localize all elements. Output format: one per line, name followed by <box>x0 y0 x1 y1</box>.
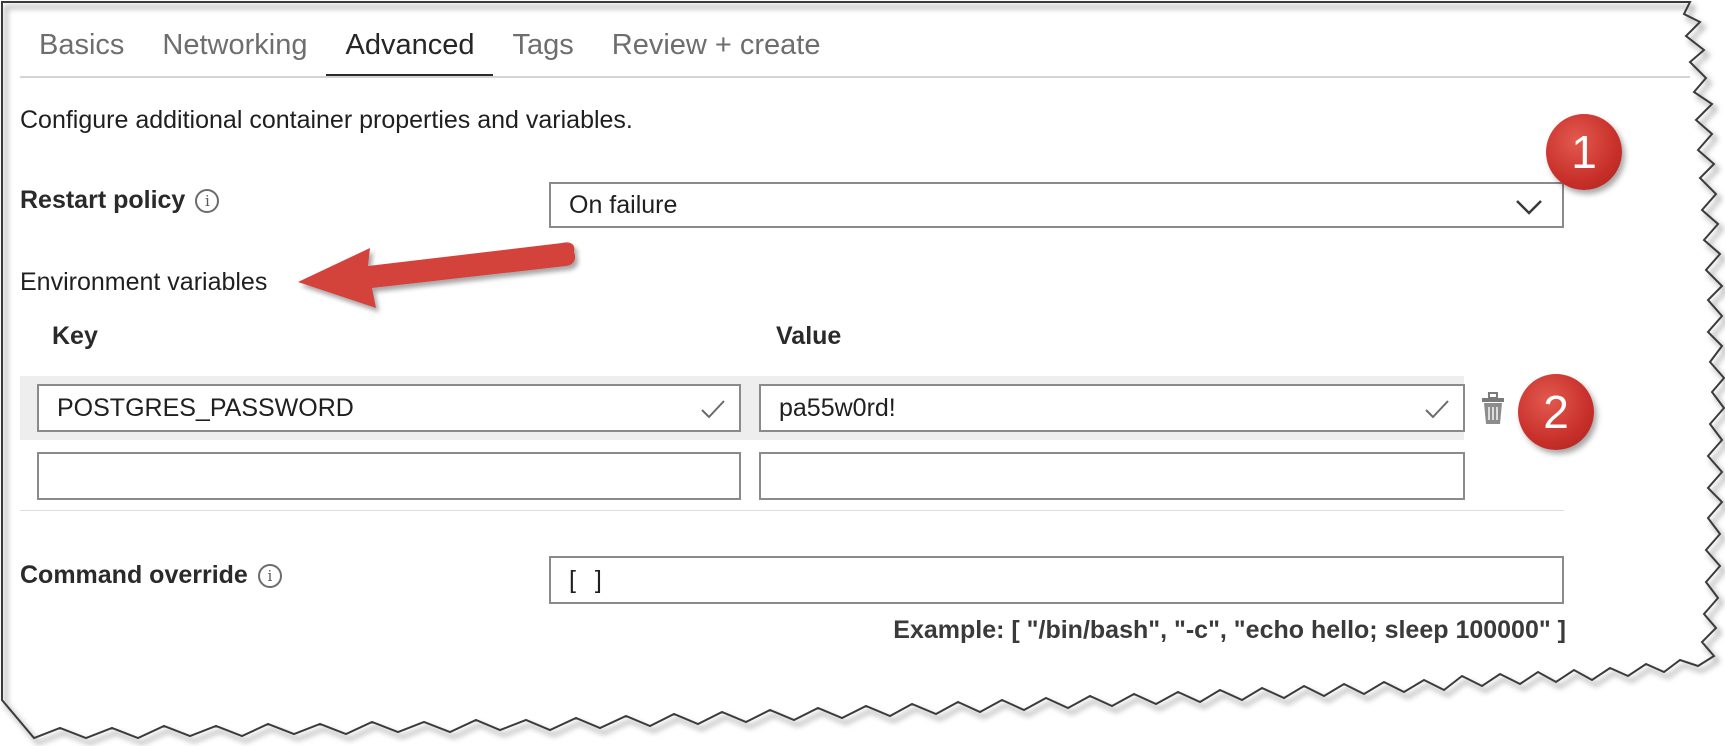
page-description: Configure additional container propertie… <box>20 106 633 134</box>
value-column-header: Value <box>776 322 842 350</box>
env-key-value: POSTGRES_PASSWORD <box>57 393 354 422</box>
chevron-down-icon <box>1516 200 1542 215</box>
checkmark-icon <box>1425 400 1449 419</box>
info-icon[interactable]: i <box>257 563 282 588</box>
section-divider <box>20 510 1564 511</box>
command-override-example: Example: [ "/bin/bash", "-c", "echo hell… <box>893 616 1566 644</box>
tab-review-create[interactable]: Review + create <box>593 29 840 76</box>
restart-policy-label: Restart policy <box>20 186 186 214</box>
callout-badge-2: 2 <box>1518 374 1594 450</box>
checkmark-icon <box>701 400 725 419</box>
command-override-input[interactable]: [ ] <box>549 556 1564 604</box>
restart-policy-value: On failure <box>569 190 678 219</box>
env-value-value: pa55w0rd! <box>779 393 896 422</box>
command-override-label-group: Command override i <box>20 561 282 590</box>
red-arrow-callout <box>298 242 576 308</box>
env-value-input[interactable]: pa55w0rd! <box>759 384 1465 432</box>
env-key-input-empty[interactable] <box>37 452 741 500</box>
environment-variables-label: Environment variables <box>20 268 268 296</box>
env-key-input[interactable]: POSTGRES_PASSWORD <box>37 384 741 432</box>
advanced-tab-panel: Basics Networking Advanced Tags Review +… <box>0 0 1725 746</box>
info-icon[interactable]: i <box>195 188 220 213</box>
tab-advanced[interactable]: Advanced <box>326 29 494 78</box>
env-value-input-empty[interactable] <box>759 452 1465 500</box>
tab-divider <box>20 76 1690 78</box>
tab-basics[interactable]: Basics <box>20 29 143 76</box>
trash-icon[interactable] <box>1478 390 1508 426</box>
command-override-label: Command override <box>20 561 248 589</box>
callout-badge-1: 1 <box>1546 114 1622 190</box>
tab-tags[interactable]: Tags <box>493 29 592 76</box>
restart-policy-dropdown[interactable]: On failure <box>549 182 1564 228</box>
key-column-header: Key <box>52 322 98 350</box>
tab-bar: Basics Networking Advanced Tags Review +… <box>20 18 840 78</box>
command-override-value: [ ] <box>569 565 608 594</box>
tab-networking[interactable]: Networking <box>143 29 326 76</box>
restart-policy-label-group: Restart policy i <box>20 186 220 215</box>
screenshot-stage: Basics Networking Advanced Tags Review +… <box>0 0 1725 746</box>
